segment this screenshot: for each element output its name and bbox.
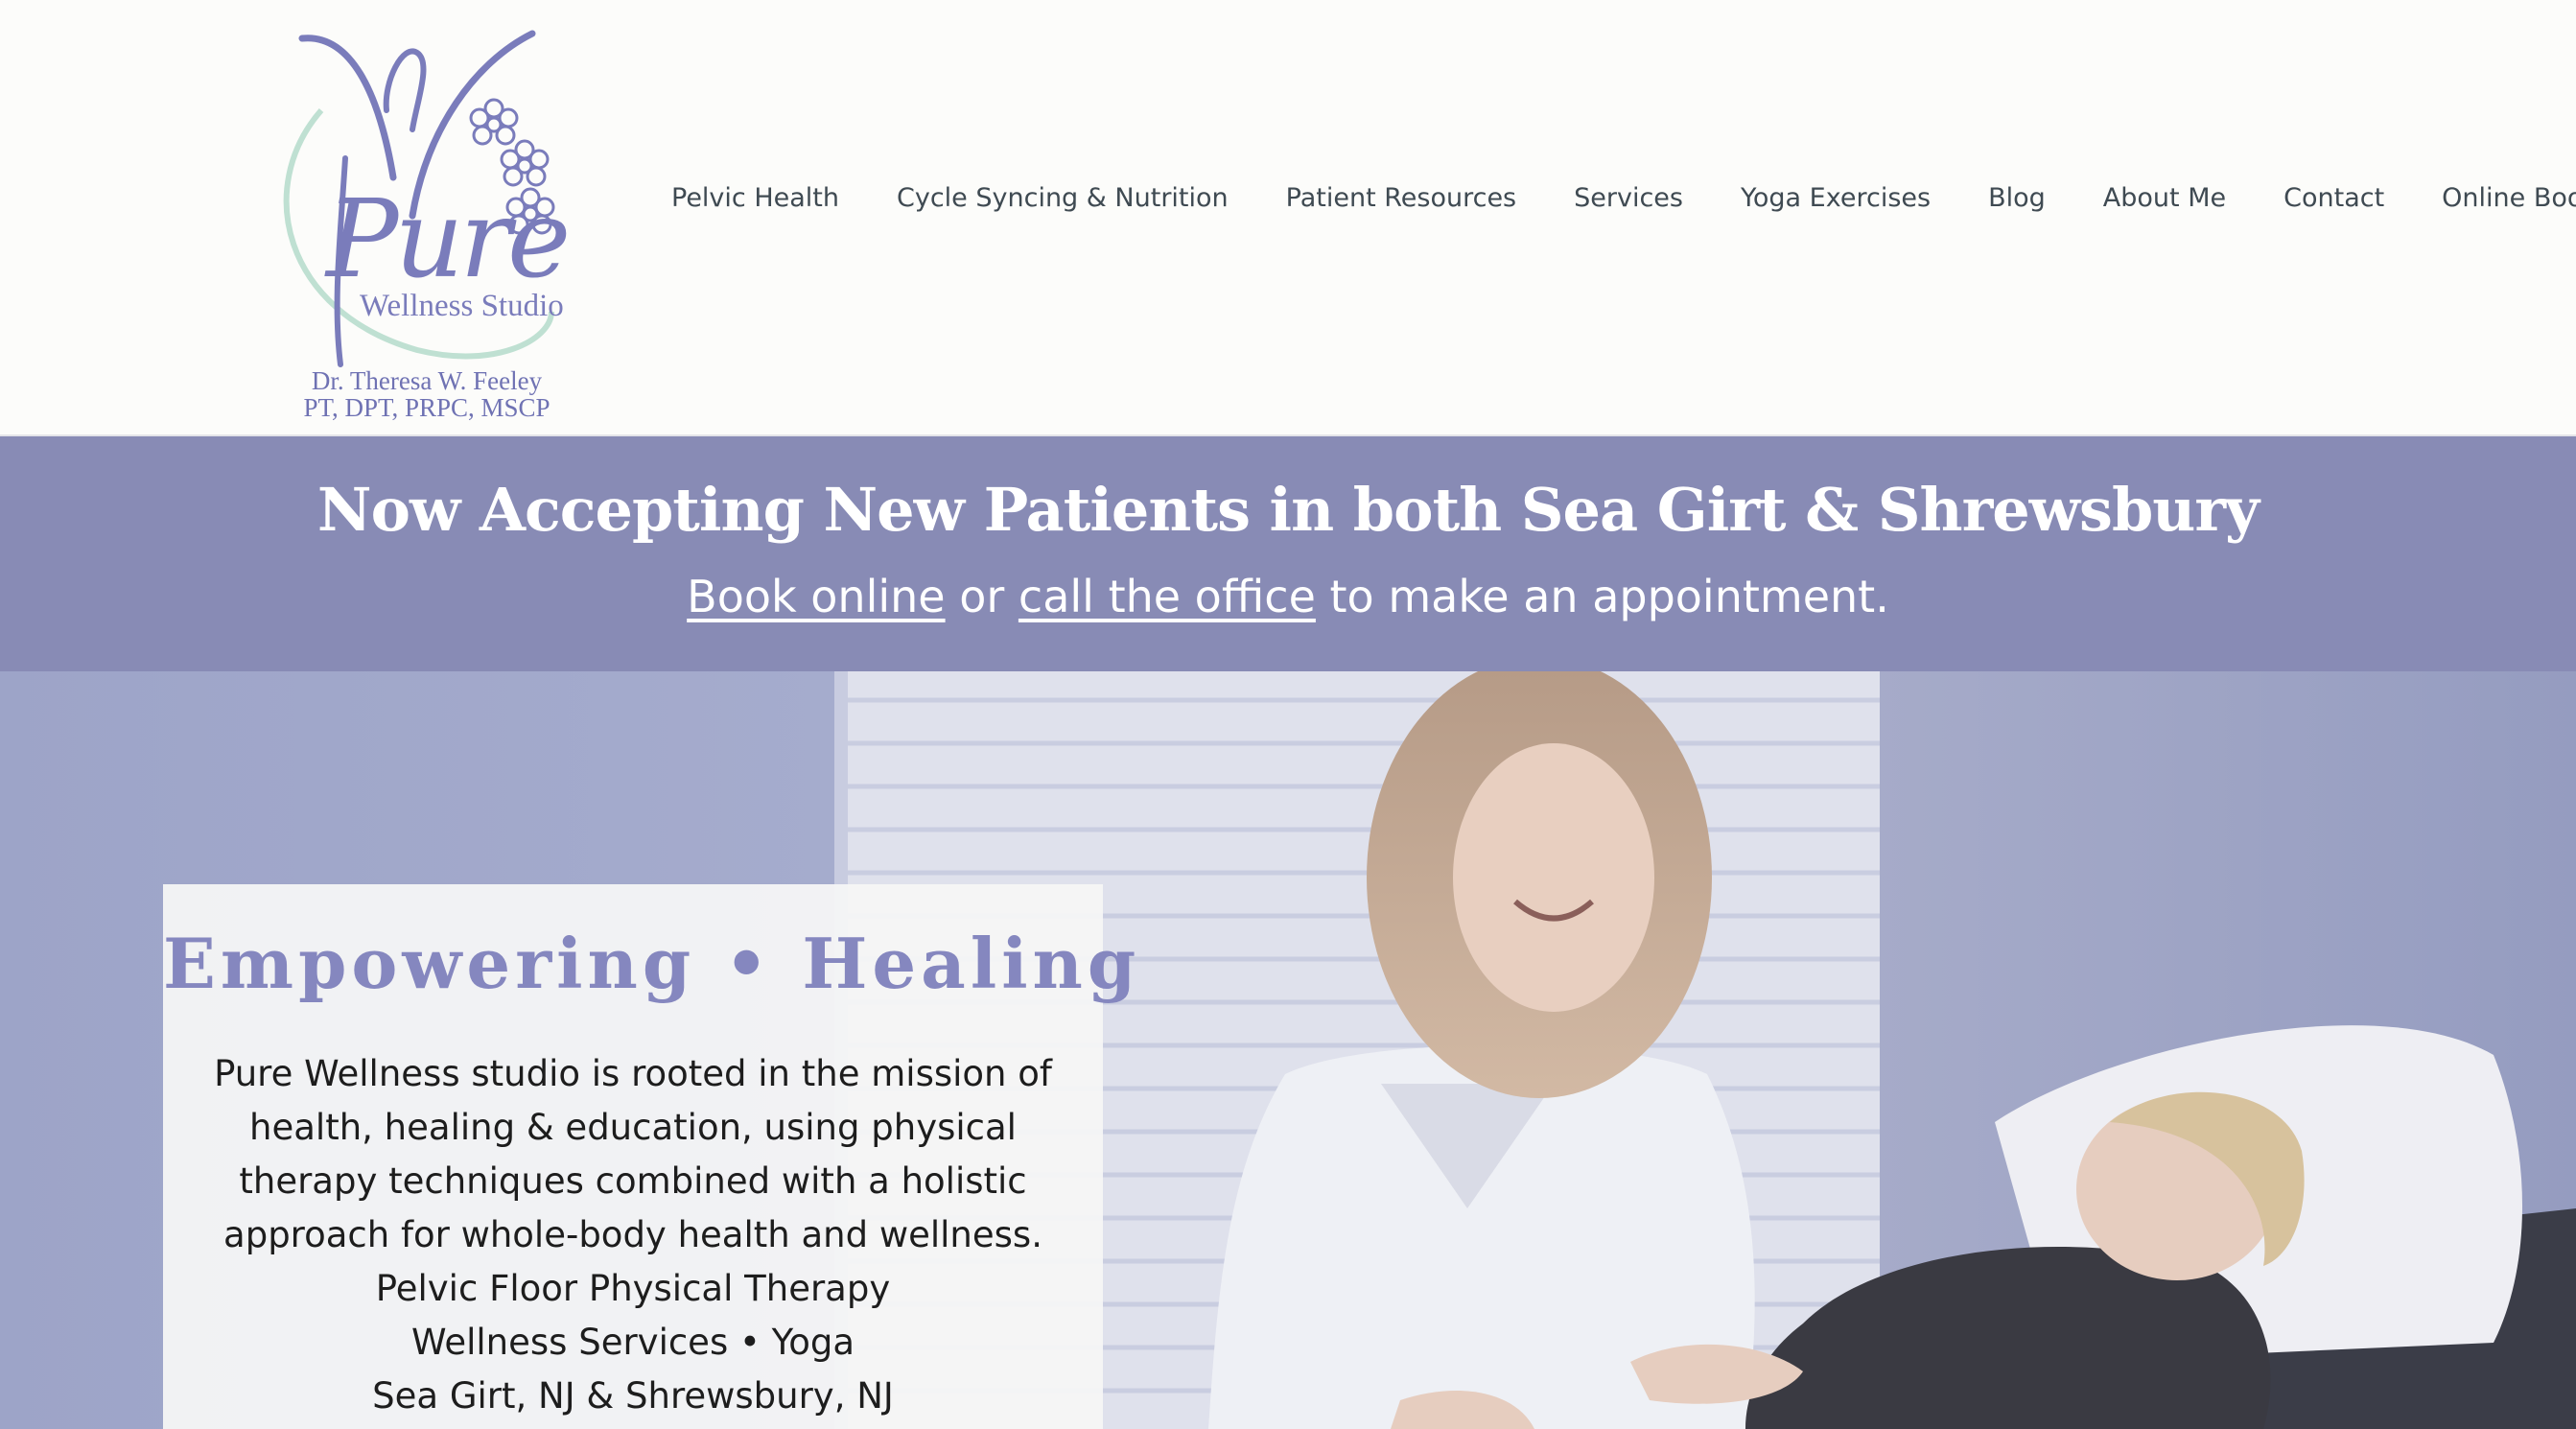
nav-item-contact[interactable]: Contact — [2283, 183, 2384, 213]
book-online-link[interactable]: Book online — [687, 571, 945, 622]
logo-credentials: PT, DPT, PRPC, MSCP — [303, 393, 550, 422]
nav-item-cycle-syncing[interactable]: Cycle Syncing & Nutrition — [897, 183, 1229, 213]
logo-subtitle: Wellness Studio — [360, 289, 564, 323]
intro-title: Empowering • Healing — [163, 923, 1141, 1004]
nav-item-blog[interactable]: Blog — [1988, 183, 2046, 213]
nav-item-about-me[interactable]: About Me — [2103, 183, 2226, 213]
site-header: Pure Wellness Studio Dr. Theresa W. Feel… — [0, 0, 2576, 436]
intro-line: therapy techniques combined with a holis… — [239, 1160, 1027, 1202]
main-nav: Pelvic Health Cycle Syncing & Nutrition … — [671, 171, 2576, 224]
logo[interactable]: Pure Wellness Studio Dr. Theresa W. Feel… — [273, 24, 580, 427]
announcement-banner: Now Accepting New Patients in both Sea G… — [0, 436, 2576, 671]
banner-suffix-text: to make an appointment. — [1315, 571, 1889, 622]
banner-title: Now Accepting New Patients in both Sea G… — [316, 475, 2260, 545]
hero-section: Empowering • Healing Pure Wellness studi… — [0, 671, 2576, 1429]
intro-line: Sea Girt, NJ & Shrewsbury, NJ — [372, 1375, 894, 1417]
call-office-link[interactable]: call the office — [1019, 571, 1316, 622]
banner-subtitle: Book online or call the office to make a… — [0, 571, 2576, 622]
banner-or-text: or — [945, 571, 1019, 622]
nav-item-yoga-exercises[interactable]: Yoga Exercises — [1741, 183, 1931, 213]
intro-line: Wellness Services • Yoga — [410, 1322, 855, 1363]
logo-script: Pure — [326, 177, 571, 302]
nav-item-online-booking[interactable]: Online Booking — [2442, 183, 2576, 213]
intro-line: Pure Wellness studio is rooted in the mi… — [214, 1053, 1052, 1094]
intro-line: approach for whole-body health and welln… — [223, 1214, 1042, 1255]
intro-body: Pure Wellness studio is rooted in the mi… — [163, 1047, 1103, 1423]
intro-line: health, healing & education, using physi… — [249, 1107, 1017, 1148]
logo-doctor-name: Dr. Theresa W. Feeley — [311, 366, 543, 395]
intro-card: Empowering • Healing Pure Wellness studi… — [163, 884, 1141, 1429]
nav-item-patient-resources[interactable]: Patient Resources — [1286, 183, 1516, 213]
nav-item-services[interactable]: Services — [1574, 183, 1683, 213]
intro-line: Pelvic Floor Physical Therapy — [375, 1268, 891, 1309]
nav-item-pelvic-health[interactable]: Pelvic Health — [671, 183, 839, 213]
